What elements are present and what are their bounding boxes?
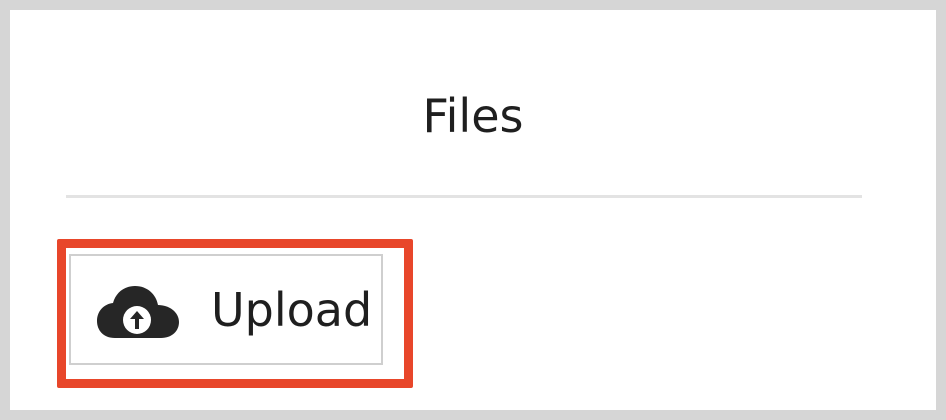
divider [66, 195, 862, 198]
cloud-upload-icon [97, 284, 179, 340]
panel-title: Files [422, 89, 524, 143]
upload-label: Upload [211, 283, 373, 337]
files-panel: Files Upload [0, 0, 946, 420]
upload-button[interactable]: Upload [69, 254, 383, 365]
